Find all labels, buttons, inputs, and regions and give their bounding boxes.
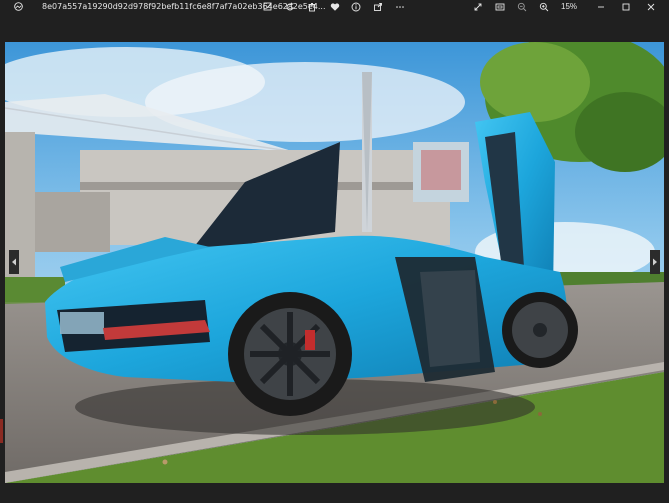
- previous-image-button[interactable]: [9, 250, 19, 274]
- zoom-out-button[interactable]: [514, 0, 530, 13]
- fit-to-window-button[interactable]: [492, 0, 508, 13]
- share-icon: [374, 2, 382, 11]
- favorite-button[interactable]: [327, 0, 343, 13]
- photo-canvas[interactable]: [5, 42, 664, 483]
- photos-app-icon: [14, 2, 23, 11]
- delete-icon: [308, 2, 316, 11]
- toolbar-spacer: [0, 13, 669, 42]
- close-icon: [647, 3, 655, 10]
- maximize-button[interactable]: [618, 0, 634, 13]
- zoom-level: 15%: [561, 2, 578, 11]
- edit-button[interactable]: [260, 0, 276, 13]
- title-bar: 8e07a557a19290d92d978f92befb11fc6e8f7af7…: [0, 0, 669, 13]
- zoom-in-button[interactable]: [536, 0, 552, 13]
- edit-icon: [263, 2, 272, 10]
- info-button[interactable]: [348, 0, 364, 13]
- car-photo: [5, 42, 664, 483]
- chevron-left-icon: [12, 258, 16, 266]
- share-button[interactable]: [370, 0, 386, 13]
- info-icon: [351, 2, 361, 11]
- bottom-bar: [0, 483, 669, 503]
- next-image-button[interactable]: [650, 250, 660, 274]
- zoom-out-icon: [517, 2, 527, 11]
- maximize-icon: [622, 3, 630, 10]
- fit-icon: [495, 3, 505, 10]
- more-button[interactable]: [392, 0, 408, 13]
- close-button[interactable]: [643, 0, 659, 13]
- favorite-icon: [330, 2, 340, 11]
- taskbar-accent: [0, 419, 3, 443]
- minimize-icon: [598, 6, 604, 7]
- right-rail: [664, 13, 669, 503]
- more-icon: [396, 5, 404, 8]
- minimize-button[interactable]: [593, 0, 609, 13]
- fullscreen-icon: [474, 3, 482, 10]
- rotate-icon: [286, 1, 294, 10]
- delete-button[interactable]: [304, 0, 320, 13]
- rotate-button[interactable]: [282, 0, 298, 13]
- zoom-in-icon: [539, 2, 549, 11]
- chevron-right-icon: [653, 258, 657, 266]
- fullscreen-button[interactable]: [470, 0, 486, 13]
